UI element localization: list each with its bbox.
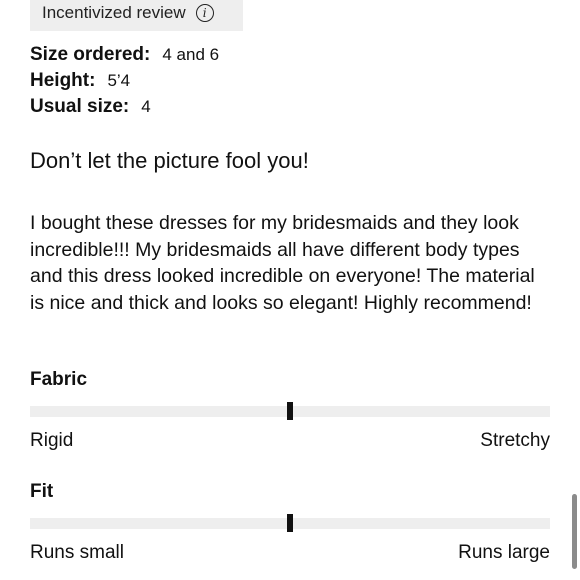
fit-max-label: Runs large	[458, 542, 550, 563]
meta-value: 4 and 6	[162, 45, 220, 64]
meta-key: Size ordered:	[30, 44, 151, 65]
meta-row-usual-size: Usual size: 4	[30, 96, 219, 122]
fabric-min-label: Rigid	[30, 430, 74, 451]
fabric-rating-marker	[287, 402, 293, 420]
meta-value: 4	[141, 97, 151, 116]
reviewer-meta: Size ordered: 4 and 6 Height: 5’4 Usual …	[30, 44, 219, 122]
meta-row-height: Height: 5’4	[30, 70, 219, 96]
info-icon[interactable]: i	[195, 3, 214, 22]
meta-key: Height:	[30, 70, 96, 91]
fabric-label: Fabric	[30, 369, 88, 390]
review-body: I bought these dresses for my bridesmaid…	[30, 212, 535, 314]
fit-min-label: Runs small	[30, 542, 124, 563]
fit-label: Fit	[30, 481, 54, 502]
review-title: Don’t let the picture fool you!	[30, 148, 309, 173]
fabric-max-label: Stretchy	[480, 430, 550, 451]
fabric-rating-track	[30, 402, 550, 420]
fit-rating-marker	[287, 514, 293, 532]
fit-rating-track	[30, 514, 550, 532]
badge-label: Incentivized review	[42, 2, 186, 22]
incentivized-review-badge[interactable]: Incentivized review i	[30, 0, 243, 31]
meta-row-size-ordered: Size ordered: 4 and 6	[30, 44, 219, 70]
meta-key: Usual size:	[30, 96, 130, 117]
meta-value: 5’4	[107, 71, 131, 90]
scrollbar[interactable]	[572, 494, 577, 569]
